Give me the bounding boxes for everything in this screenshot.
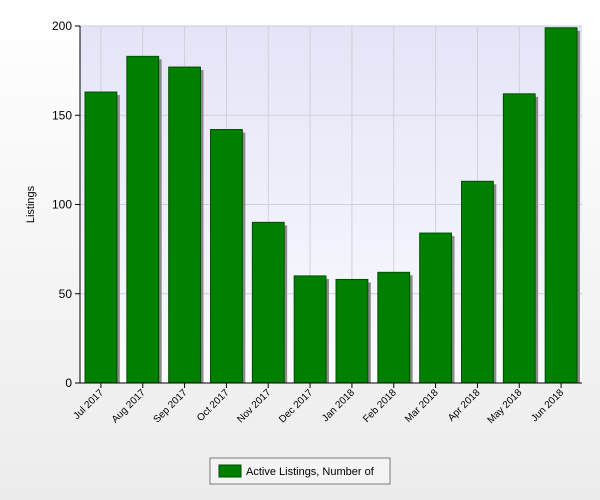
bar [335, 278, 369, 384]
bar [544, 27, 578, 384]
y-axis-title: Listings [25, 185, 37, 223]
bar [168, 66, 201, 384]
y-tick-label: 100 [52, 198, 72, 212]
legend: Active Listings, Number of [209, 457, 391, 485]
legend-swatch [218, 464, 242, 478]
bar [84, 91, 118, 384]
y-tick-label: 200 [52, 19, 72, 33]
bar [251, 221, 285, 384]
bar [377, 271, 411, 384]
legend-label: Active Listings, Number of [246, 466, 375, 478]
y-tick-label: 0 [65, 376, 72, 390]
bar [502, 93, 536, 384]
bar-chart: 050100150200 Jul 2017 Aug 2017 Sep 2017 Oct… [0, 0, 600, 500]
bar [126, 55, 160, 384]
y-tick-label: 50 [59, 287, 73, 301]
bar [293, 275, 327, 384]
bar [210, 129, 243, 384]
y-tick-label: 150 [52, 108, 72, 122]
bar [419, 232, 452, 384]
bar [461, 180, 494, 384]
